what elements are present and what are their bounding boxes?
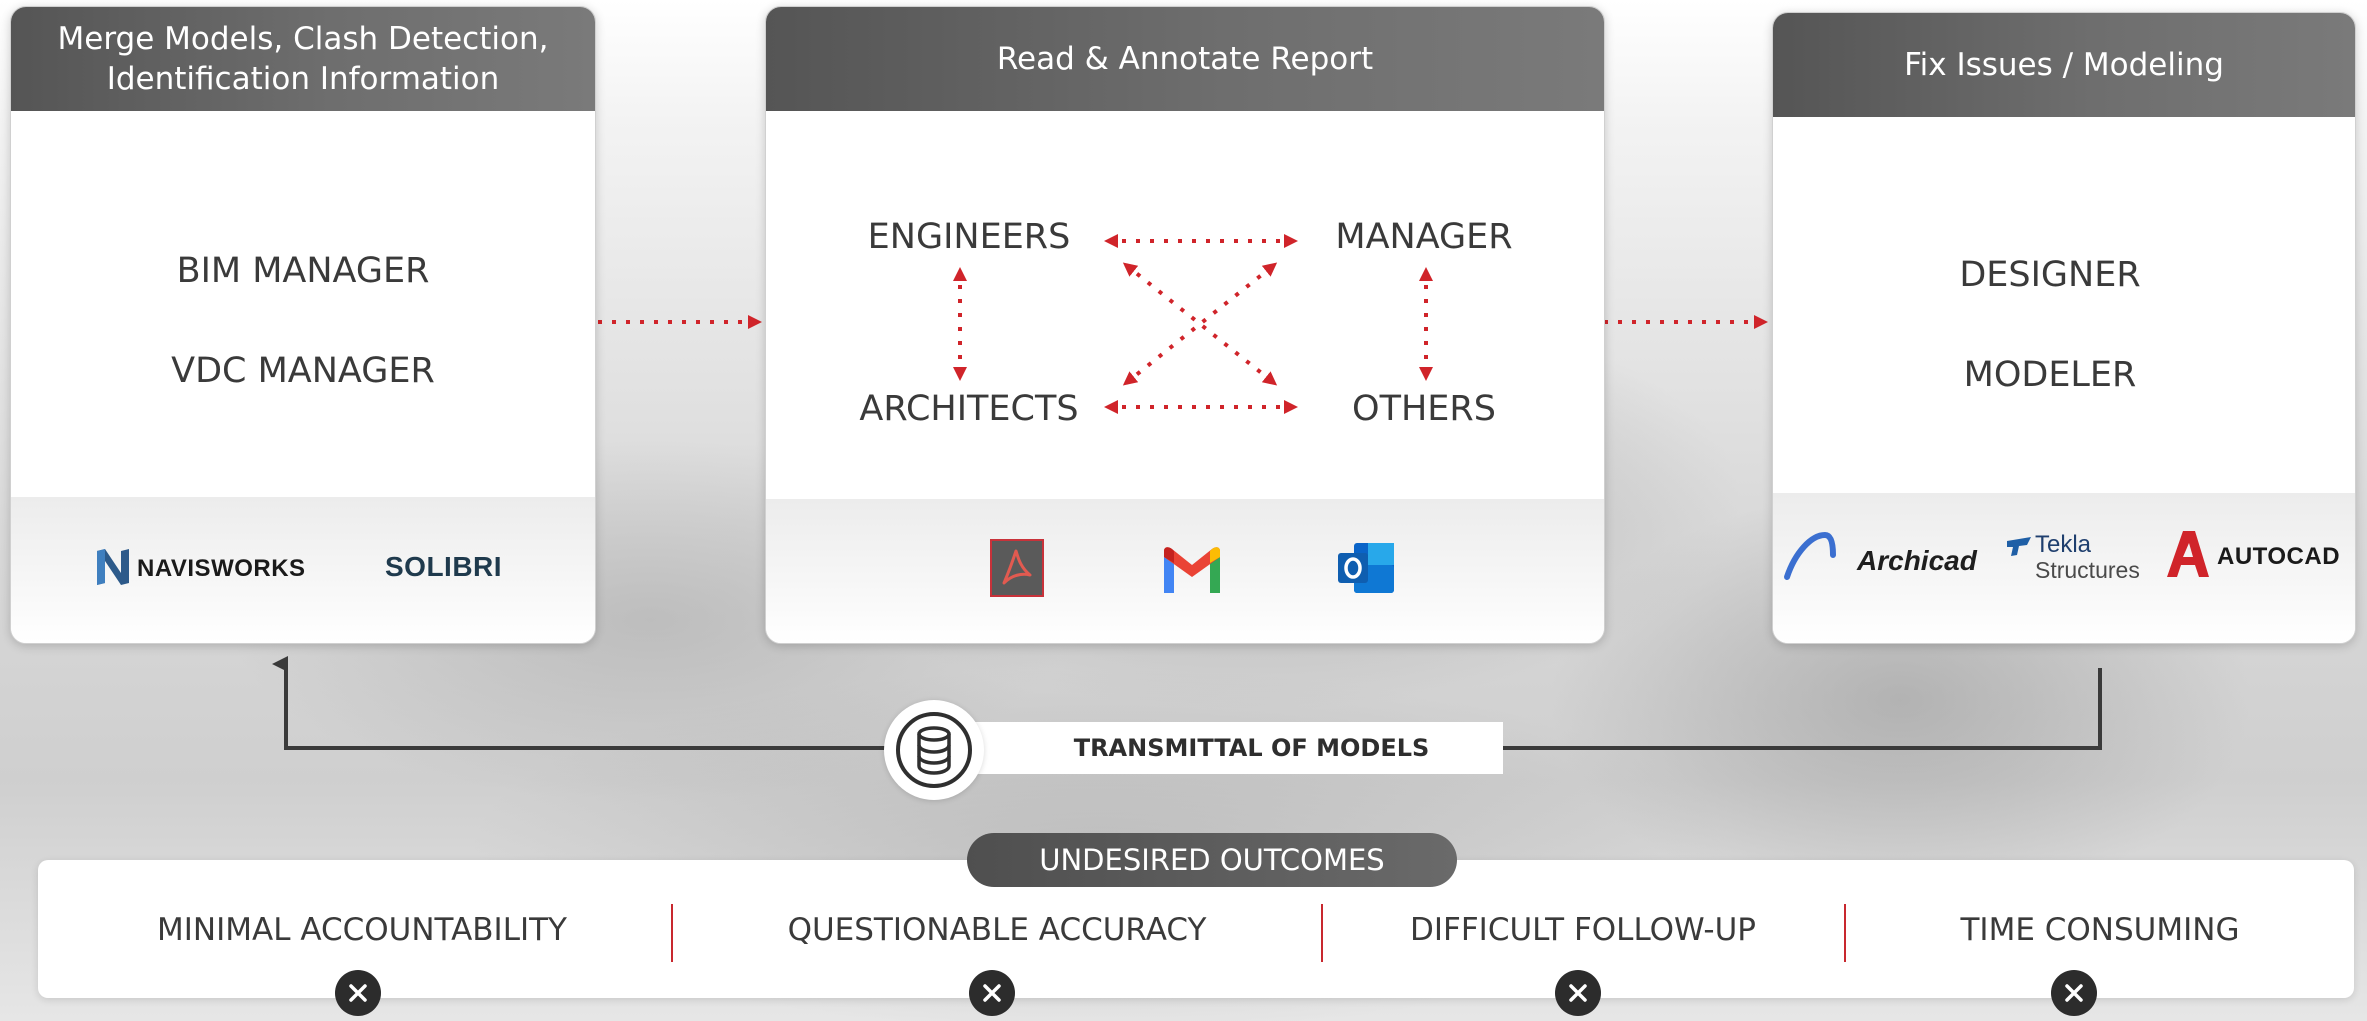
- close-icon: [2051, 970, 2097, 1016]
- tekla-logo-top: Tekla: [2035, 531, 2092, 558]
- outcome-time-consuming: TIME CONSUMING: [1960, 912, 2240, 948]
- outlook-icon: [1338, 543, 1394, 593]
- database-icon: [896, 712, 972, 788]
- outcome-difficult-follow-up: DIFFICULT FOLLOW-UP: [1410, 912, 1756, 948]
- bim-card-header-line2: Identification Information: [106, 61, 500, 97]
- solibri-logo: SOLIBRI: [385, 551, 503, 582]
- close-icon: [335, 970, 381, 1016]
- report-card-header: Read & Annotate Report: [766, 7, 1604, 111]
- tekla-logo-bottom: Structures: [2035, 557, 2140, 583]
- role-bim-manager: BIM MANAGER: [176, 251, 430, 291]
- outcome-minimal-accountability: MINIMAL ACCOUNTABILITY: [157, 912, 567, 948]
- report-logo-band: [766, 499, 1604, 643]
- return-loop-line: [1500, 668, 2102, 750]
- role-vdc-manager: VDC MANAGER: [171, 351, 435, 391]
- modeling-logo-band: Archicad Tekla Structures AUTOCAD: [1773, 493, 2355, 643]
- bim-logo-band: NAVISWORKS SOLIBRI: [11, 497, 595, 643]
- modeling-card-header: Fix Issues / Modeling: [1773, 13, 2355, 117]
- undesired-outcomes-title: UNDESIRED OUTCOMES: [967, 833, 1457, 887]
- bim-card-header: Merge Models, Clash Detection, Identific…: [11, 7, 595, 111]
- modeling-card: Fix Issues / Modeling DESIGNER MODELER A…: [1772, 12, 2356, 644]
- navisworks-logo-icon: [97, 549, 129, 585]
- role-designer: DESIGNER: [1959, 255, 2141, 295]
- autocad-logo: AUTOCAD: [2217, 543, 2341, 570]
- acrobat-icon: [990, 539, 1044, 597]
- transmittal-banner: TRANSMITTAL OF MODELS: [960, 722, 1503, 774]
- navisworks-logo: NAVISWORKS: [137, 555, 306, 582]
- close-icon: [969, 970, 1015, 1016]
- transmittal-database-badge: [884, 700, 984, 800]
- bim-manager-card: Merge Models, Clash Detection, Identific…: [10, 6, 596, 644]
- report-annotation-card: Read & Annotate Report ENGINEERS MANAGER…: [765, 6, 1605, 644]
- gmail-icon: [1164, 547, 1220, 593]
- transmittal-label: TRANSMITTAL OF MODELS: [1073, 734, 1430, 762]
- bim-card-header-line1: Merge Models, Clash Detection,: [57, 21, 549, 57]
- archicad-logo-icon: [1784, 531, 1836, 580]
- role-modeler: MODELER: [1963, 355, 2137, 395]
- outcome-questionable-accuracy: QUESTIONABLE ACCURACY: [787, 912, 1207, 948]
- close-icon: [1555, 970, 1601, 1016]
- tekla-logo-icon: [2007, 537, 2031, 556]
- autocad-logo-icon: [2167, 531, 2209, 577]
- archicad-logo: Archicad: [1857, 545, 1977, 576]
- return-loop-line-left: [272, 656, 885, 750]
